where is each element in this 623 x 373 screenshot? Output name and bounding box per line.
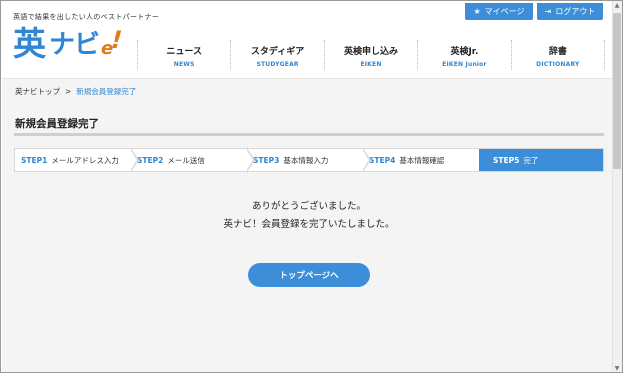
step-5-active: STEP5 完了: [479, 149, 603, 171]
site-tagline: 英語で結果を出したい人のベストパートナー: [13, 13, 160, 21]
logout-button[interactable]: ⇥ ログアウト: [537, 3, 603, 20]
step-3: STEP3 基本情報入力: [247, 148, 371, 172]
nav-item-label: 英検申し込み: [344, 47, 399, 57]
nav-item-dictionary[interactable]: 辞書 DICTIONARY: [510, 40, 606, 70]
nav-item-label: スタディギア: [250, 47, 305, 57]
nav-item-eiken[interactable]: 英検申し込み EIKEN: [323, 40, 417, 70]
site-logo[interactable]: 英 ナビ e !: [13, 24, 126, 70]
nav-item-label: 辞書: [548, 47, 567, 57]
page: 英語で結果を出したい人のベストパートナー 英 ナビ e ! ★ マイページ ⇥ …: [2, 2, 613, 372]
step-4: STEP4 基本情報確認: [363, 149, 479, 171]
step-2: STEP2 メール送信: [131, 148, 255, 172]
nav-item-sublabel: NEWS: [173, 61, 195, 68]
step-arrow: [130, 148, 139, 172]
logout-label: ログアウト: [555, 7, 596, 16]
step-1: STEP1 メールアドレス入力: [15, 148, 139, 172]
nav-item-news[interactable]: ニュース NEWS: [137, 40, 230, 70]
step-label: メールアドレス入力: [51, 155, 119, 165]
message-line-1: ありがとうございました。: [251, 201, 366, 212]
global-nav: ニュース NEWS スタディギア STUDYGEAR 英検申し込み EIKEN …: [137, 40, 606, 70]
step-number: STEP1: [21, 155, 48, 165]
top-page-button[interactable]: トップページへ: [248, 263, 370, 287]
scroll-thumb[interactable]: [613, 13, 621, 169]
page-title: 新規会員登録完了: [15, 118, 99, 130]
logo-ei: 英: [13, 24, 46, 63]
step-label: メール送信: [167, 155, 205, 165]
nav-item-label: 英検Jr.: [450, 47, 479, 57]
step-number: STEP3: [253, 155, 280, 165]
star-icon: ★: [473, 7, 481, 16]
nav-item-eiken-junior[interactable]: 英検Jr. EIKEN Junior: [417, 40, 510, 70]
scroll-down-icon[interactable]: ▼: [613, 364, 621, 372]
vertical-scrollbar[interactable]: ▲ ▼: [612, 1, 622, 372]
nav-item-sublabel: EIKEN: [360, 61, 382, 68]
completion-message: ありがとうございました。 英ナビ！会員登録を完了いたしました。: [14, 198, 604, 234]
breadcrumb-current: 新規会員登録完了: [76, 87, 137, 96]
site-header: 英語で結果を出したい人のベストパートナー 英 ナビ e ! ★ マイページ ⇥ …: [2, 2, 613, 78]
step-arrow: [362, 148, 371, 172]
logout-icon: ⇥: [544, 7, 552, 16]
message-line-2: 英ナビ！会員登録を完了いたしました。: [223, 219, 395, 230]
logo-bang: !: [107, 26, 126, 54]
step-number: STEP5: [493, 155, 520, 165]
nav-item-studygear[interactable]: スタディギア STUDYGEAR: [230, 40, 323, 70]
step-number: STEP4: [369, 155, 396, 165]
step-label: 完了: [523, 155, 539, 165]
step-arrow: [246, 148, 255, 172]
breadcrumb-home-link[interactable]: 英ナビトップ: [15, 87, 60, 96]
step-label: 基本情報確認: [399, 155, 445, 165]
breadcrumb: 英ナビトップ > 新規会員登録完了: [15, 86, 136, 97]
title-divider: [14, 133, 604, 136]
browser-frame: 英語で結果を出したい人のベストパートナー 英 ナビ e ! ★ マイページ ⇥ …: [0, 0, 623, 373]
header-divider: [2, 78, 613, 79]
logo-navi: ナビ: [49, 30, 100, 60]
step-label: 基本情報入力: [283, 155, 329, 165]
nav-item-sublabel: EIKEN Junior: [442, 61, 487, 68]
scroll-up-icon[interactable]: ▲: [613, 1, 621, 11]
nav-item-sublabel: STUDYGEAR: [256, 61, 299, 68]
breadcrumb-separator: >: [65, 87, 72, 96]
mypage-button[interactable]: ★ マイページ: [465, 3, 533, 20]
mypage-label: マイページ: [484, 7, 525, 16]
step-number: STEP2: [137, 155, 164, 165]
nav-item-sublabel: DICTIONARY: [536, 61, 580, 68]
nav-item-label: ニュース: [166, 47, 202, 57]
registration-steps: STEP1 メールアドレス入力 STEP2 メール送信 STEP3 基本情報入力…: [14, 148, 604, 172]
